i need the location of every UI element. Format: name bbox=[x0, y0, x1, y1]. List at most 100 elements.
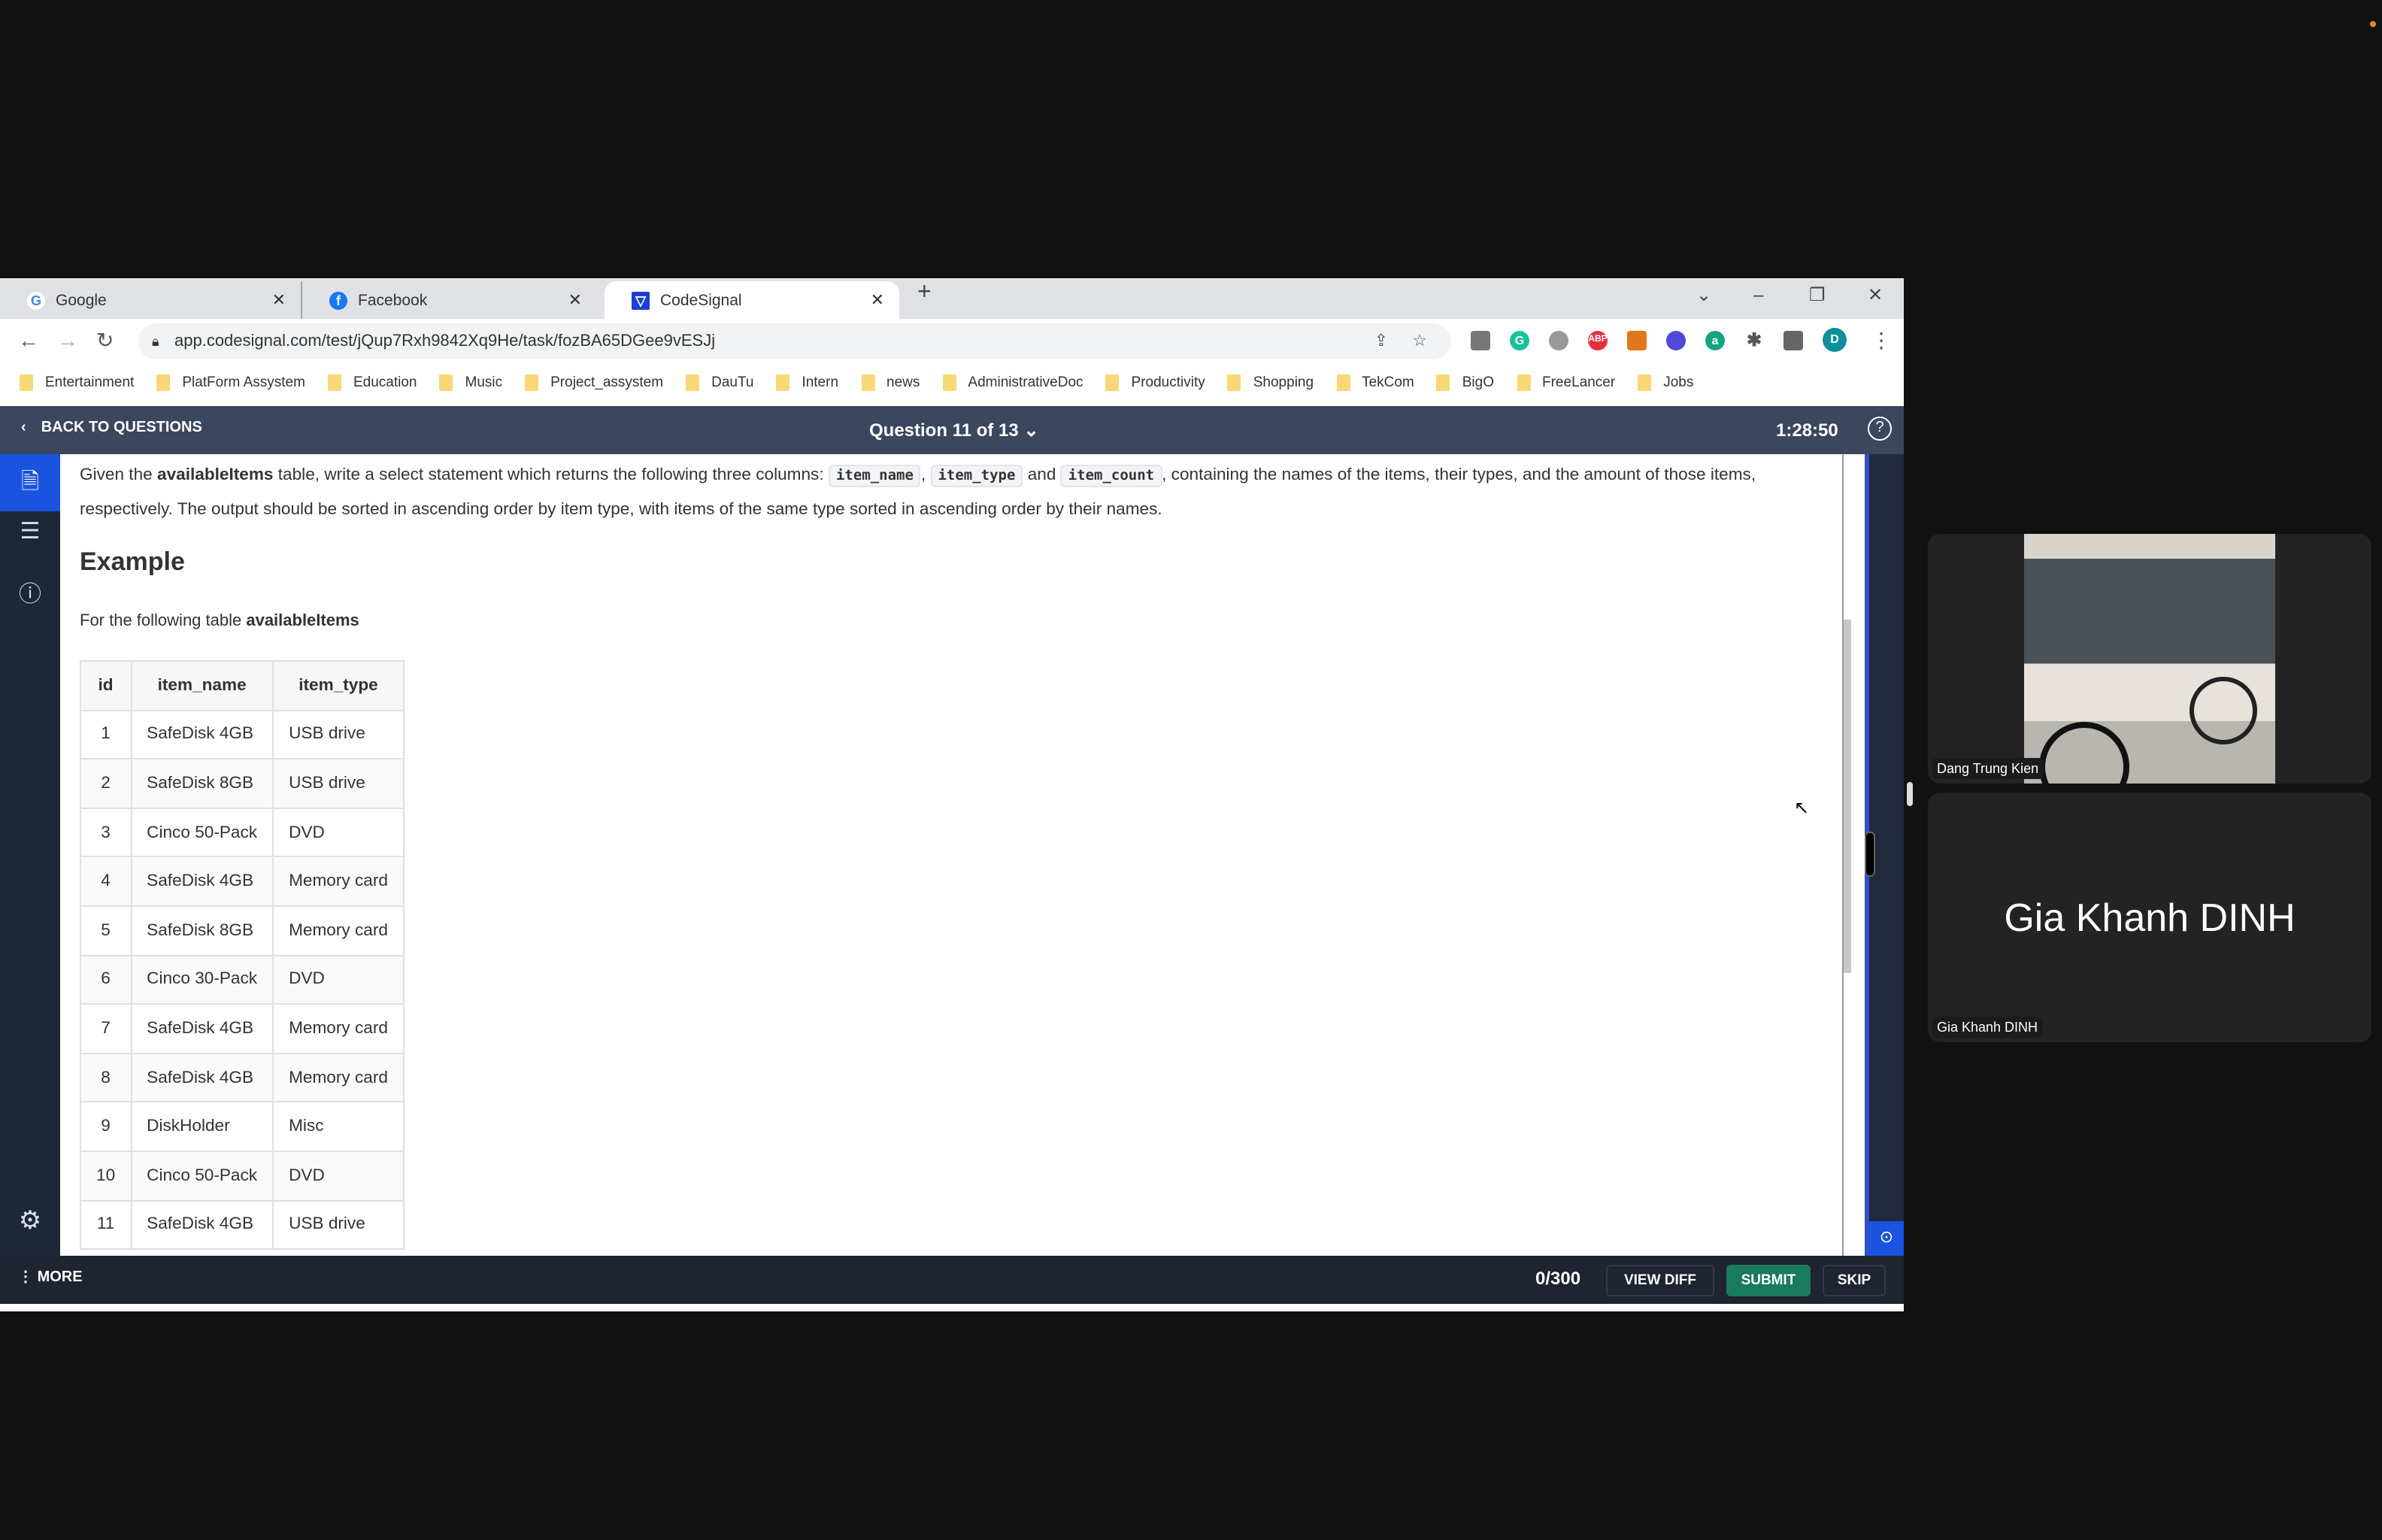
grammarly-icon[interactable]: G bbox=[1510, 331, 1529, 350]
codesignal-icon: ▽ bbox=[632, 291, 650, 309]
table-cell: DiskHolder bbox=[130, 1101, 274, 1152]
tab-search-icon[interactable]: ⌄ bbox=[1696, 284, 1711, 305]
splitter-handle[interactable] bbox=[1865, 832, 1875, 877]
participant-name: Dang Trung Kien bbox=[1932, 758, 2044, 779]
close-tab-icon[interactable]: ✕ bbox=[272, 290, 286, 310]
list-tab-icon[interactable]: ☰ bbox=[0, 517, 60, 544]
puzzle-extensions-icon[interactable]: ✱ bbox=[1744, 330, 1764, 350]
more-button[interactable]: ⋮ MORE bbox=[18, 1269, 83, 1286]
new-tab-button[interactable]: + bbox=[917, 280, 932, 307]
bookmark-item[interactable]: Entertainment bbox=[20, 374, 134, 391]
help-icon[interactable]: ? bbox=[1868, 417, 1892, 441]
address-bar-row: ← → ↻ 🔒︎ app.codesignal.com/test/jQup7Rxh… bbox=[0, 319, 1904, 364]
table-row: 2 SafeDisk 8GB USB drive bbox=[80, 758, 405, 809]
tab-label: Facebook bbox=[358, 291, 428, 309]
view-diff-button[interactable]: VIEW DIFF bbox=[1606, 1265, 1714, 1296]
participant-tile-video: Dang Trung Kien bbox=[1928, 534, 2371, 784]
submit-button[interactable]: SUBMIT bbox=[1726, 1265, 1811, 1296]
bookmark-item[interactable]: AdministrativeDoc bbox=[942, 374, 1083, 391]
brain-extension-icon[interactable] bbox=[1549, 331, 1568, 350]
metamask-icon[interactable] bbox=[1627, 331, 1647, 350]
info-tab-icon[interactable]: ⓘ bbox=[0, 578, 60, 609]
app-header: ‹ BACK TO QUESTIONS Question 11 of 13 ⌄ 1… bbox=[0, 406, 1904, 454]
table-cell: Cinco 50-Pack bbox=[130, 1150, 274, 1202]
bookmark-label: DauTu bbox=[711, 374, 754, 391]
skip-button[interactable]: SKIP bbox=[1823, 1265, 1886, 1296]
bottom-bar: ⋮ MORE 0/300 VIEW DIFF SUBMIT SKIP bbox=[0, 1256, 1904, 1304]
table-cell: 2 bbox=[80, 758, 132, 809]
table-cell: SafeDisk 4GB bbox=[130, 856, 274, 907]
bookmark-item[interactable]: PlatForm Assystem bbox=[156, 374, 305, 391]
recording-indicator bbox=[2370, 21, 2376, 27]
bookmark-item[interactable]: Project_assystem bbox=[525, 374, 663, 391]
side-panel-icon[interactable] bbox=[1783, 331, 1803, 350]
column-header: item_type bbox=[272, 660, 405, 711]
menu-icon[interactable]: ⋮ bbox=[1871, 328, 1892, 353]
bookmark-label: Education bbox=[353, 374, 417, 391]
bookmark-star-icon[interactable]: ☆ bbox=[1412, 323, 1427, 359]
bookmark-item[interactable]: TekCom bbox=[1336, 374, 1414, 391]
bookmark-item[interactable]: Intern bbox=[776, 374, 838, 391]
bookmark-item[interactable]: FreeLancer bbox=[1517, 374, 1615, 391]
minimize-button[interactable]: – bbox=[1753, 284, 1763, 305]
share-icon[interactable]: ⇪ bbox=[1374, 323, 1388, 359]
back-to-questions-link[interactable]: ‹ BACK TO QUESTIONS bbox=[21, 420, 202, 436]
bookmark-label: Entertainment bbox=[45, 374, 135, 391]
reload-icon[interactable]: ↻ bbox=[96, 328, 114, 353]
table-cell: Memory card bbox=[272, 856, 405, 907]
bookmark-label: PlatForm Assystem bbox=[182, 374, 305, 391]
close-tab-icon[interactable]: ✕ bbox=[871, 290, 884, 310]
table-cell: Misc bbox=[272, 1101, 405, 1152]
browser-window: G Google ✕ f Facebook ✕ ▽ CodeSignal ✕ + ⌄ – ❐… bbox=[0, 278, 1904, 1311]
url-input[interactable]: 🔒︎ app.codesignal.com/test/jQup7Rxh9842Xq… bbox=[138, 323, 1451, 359]
url-text: app.codesignal.com/test/jQup7Rxh9842Xq9H… bbox=[174, 332, 716, 350]
table-cell: Memory card bbox=[272, 1052, 405, 1103]
chat-extension-icon[interactable] bbox=[1666, 331, 1686, 350]
participant-tile-nameplate: Gia Khanh DINH Gia Khanh DINH bbox=[1928, 793, 2371, 1042]
bookmark-item[interactable]: Productivity bbox=[1105, 374, 1205, 391]
scrollbar-thumb[interactable] bbox=[1844, 620, 1851, 973]
run-icon[interactable]: ⊙ bbox=[1869, 1221, 1904, 1256]
bookmark-item[interactable]: Education bbox=[327, 374, 417, 391]
forward-icon[interactable]: → bbox=[57, 328, 78, 352]
table-cell: 3 bbox=[80, 807, 132, 858]
close-tab-icon[interactable]: ✕ bbox=[568, 290, 582, 310]
bookmark-item[interactable]: news bbox=[861, 374, 920, 391]
bookmark-item[interactable]: Shopping bbox=[1227, 374, 1314, 391]
bookmark-label: news bbox=[886, 374, 920, 391]
bookmark-label: Shopping bbox=[1253, 374, 1314, 391]
restore-button[interactable]: ❐ bbox=[1809, 284, 1826, 305]
settings-gear-icon[interactable]: ⚙ bbox=[0, 1206, 60, 1236]
profile-avatar[interactable]: D bbox=[1823, 328, 1847, 352]
bookmark-item[interactable]: Jobs bbox=[1638, 374, 1693, 391]
folder-icon bbox=[1638, 374, 1652, 391]
back-icon[interactable]: ← bbox=[18, 328, 39, 352]
char-count: 0/300 bbox=[1535, 1268, 1581, 1289]
bookmark-item[interactable]: Music bbox=[439, 374, 503, 391]
table-cell: USB drive bbox=[272, 1199, 405, 1250]
tab-codesignal[interactable]: ▽ CodeSignal ✕ bbox=[605, 281, 899, 319]
panel-resize-handle[interactable] bbox=[1907, 782, 1913, 806]
abp-icon[interactable]: ABP bbox=[1588, 331, 1608, 350]
table-cell: Memory card bbox=[272, 905, 405, 956]
table-row: 3 Cinco 50-Pack DVD bbox=[80, 807, 405, 858]
tab-google[interactable]: G Google ✕ bbox=[0, 281, 301, 319]
participant-name: Gia Khanh DINH bbox=[1932, 1017, 2043, 1038]
bookmark-item[interactable]: DauTu bbox=[686, 374, 753, 391]
folder-icon bbox=[1336, 374, 1350, 391]
question-selector[interactable]: Question 11 of 13 ⌄ bbox=[869, 420, 1039, 441]
table-cell: USB drive bbox=[272, 758, 405, 809]
table-cell: SafeDisk 4GB bbox=[130, 709, 274, 760]
folder-icon bbox=[686, 374, 700, 391]
table-cell: DVD bbox=[272, 1150, 405, 1202]
tab-facebook[interactable]: f Facebook ✕ bbox=[301, 281, 597, 319]
description-tab-icon[interactable]: 🗎︎ bbox=[0, 454, 60, 511]
extension-icon[interactable] bbox=[1471, 331, 1490, 350]
bookmark-item[interactable]: BigO bbox=[1436, 374, 1494, 391]
a-extension-icon[interactable]: a bbox=[1705, 331, 1725, 350]
bookmark-label: AdministrativeDoc bbox=[968, 374, 1083, 391]
scrollbar-track[interactable] bbox=[1842, 454, 1851, 1256]
close-window-button[interactable]: ✕ bbox=[1868, 284, 1883, 305]
editor-minimap[interactable]: ⊙ bbox=[1865, 454, 1904, 1256]
bookmark-label: Music bbox=[465, 374, 503, 391]
